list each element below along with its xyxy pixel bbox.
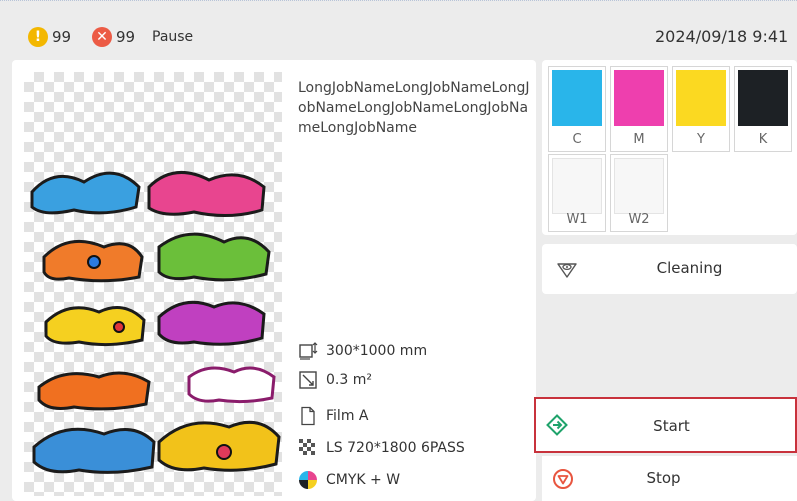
ink-yellow[interactable]: Y [672, 66, 730, 152]
start-button[interactable]: Start [534, 397, 797, 453]
graffiti-artwork [30, 170, 281, 474]
start-label: Start [653, 417, 690, 435]
cmyk-icon [298, 470, 318, 490]
ink-magenta[interactable]: M [610, 66, 668, 152]
job-ink-config: CMYK + W [326, 472, 401, 488]
info-area: 0.3 m² [298, 370, 372, 390]
ink-label: Y [697, 132, 705, 147]
area-icon [298, 370, 318, 390]
error-icon: ✕ [92, 27, 112, 47]
ink-swatch [552, 70, 602, 126]
ink-swatch [552, 158, 602, 214]
info-size: 300*1000 mm [298, 341, 427, 361]
resolution-icon [298, 438, 318, 458]
cleaning-button[interactable]: Cleaning [542, 244, 797, 294]
file-icon [298, 406, 318, 426]
job-panel: LongJobNameLongJobNameLongJobNameLongJob… [12, 60, 536, 501]
ink-swatch [676, 70, 726, 126]
job-name: LongJobNameLongJobNameLongJobNameLongJob… [298, 80, 530, 136]
ink-white-1[interactable]: W1 [548, 154, 606, 232]
job-preview-image [24, 72, 282, 496]
ink-cyan[interactable]: C [548, 66, 606, 152]
warning-badge[interactable]: ! 99 [28, 27, 71, 47]
ink-label: C [572, 132, 582, 147]
ink-white-2[interactable]: W2 [610, 154, 668, 232]
job-area: 0.3 m² [326, 372, 372, 388]
warning-count: 99 [52, 28, 72, 46]
printer-status: Pause [152, 29, 194, 45]
ink-swatch [614, 158, 664, 214]
job-print-mode: LS 720*1800 6PASS [326, 440, 465, 456]
dimensions-icon [298, 341, 318, 361]
job-size: 300*1000 mm [326, 343, 428, 359]
cleaning-label: Cleaning [656, 259, 723, 277]
ink-swatch [738, 70, 788, 126]
ink-label: W2 [628, 212, 650, 227]
error-count: 99 [116, 28, 136, 46]
ink-label: M [633, 132, 645, 147]
ink-label: K [758, 132, 768, 147]
error-badge[interactable]: ✕ 99 [92, 27, 135, 47]
datetime: 2024/09/18 9:41 [655, 27, 789, 46]
warning-icon: ! [28, 27, 48, 47]
info-media: Film A [298, 406, 368, 426]
stop-button[interactable]: Stop [542, 456, 797, 501]
ink-swatch [614, 70, 664, 126]
status-bar: ! 99 ✕ 99 Pause 2024/09/18 9:41 [0, 0, 797, 60]
stop-label: Stop [646, 469, 681, 487]
ink-black[interactable]: K [734, 66, 792, 152]
ink-panel: C M Y K W1 W2 [542, 60, 797, 235]
ink-label: W1 [566, 212, 588, 227]
info-mode: LS 720*1800 6PASS [298, 438, 465, 458]
info-ink: CMYK + W [298, 470, 400, 490]
job-media: Film A [326, 408, 369, 424]
